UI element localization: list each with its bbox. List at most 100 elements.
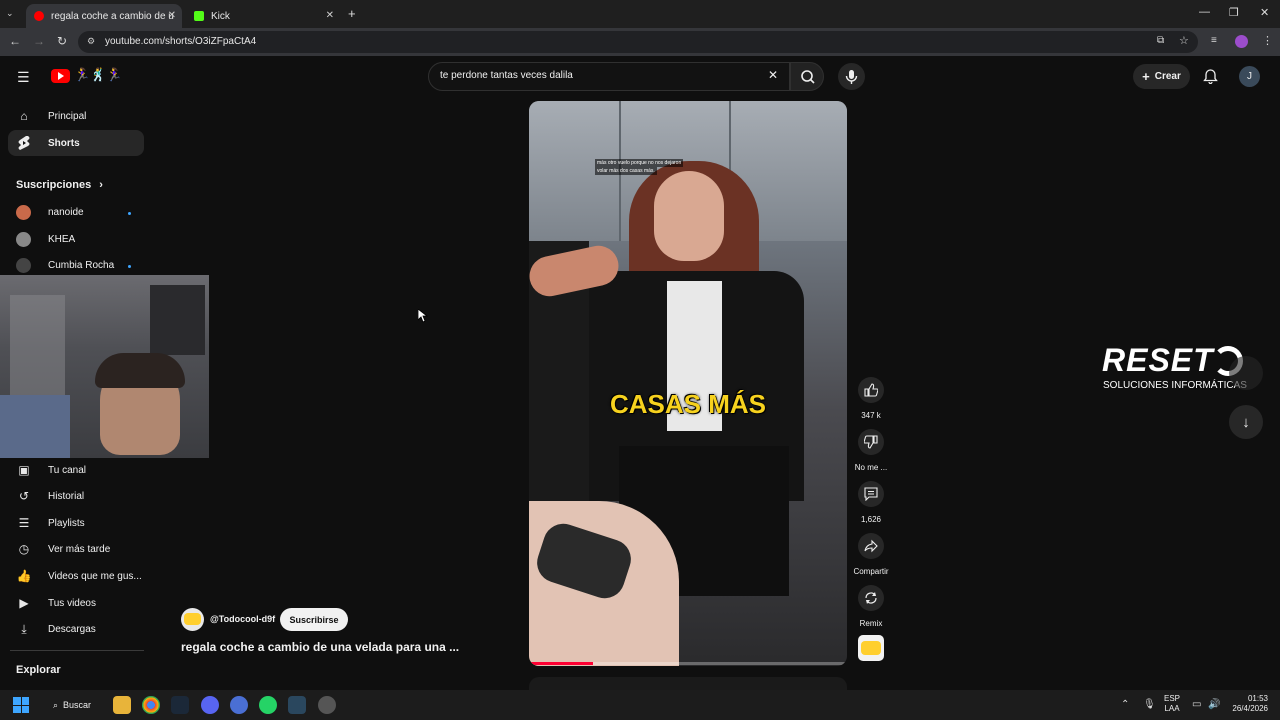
search-button[interactable] (790, 62, 824, 91)
subscriptions-heading[interactable]: Suscripciones › (16, 179, 103, 191)
sidebar-item-descargas[interactable]: ⤓ Descargas (16, 621, 96, 637)
tab-kick[interactable]: Kick ✕ (186, 4, 340, 28)
caption-small-line-1: más otro vuelo porque no nos dejaron (595, 159, 684, 167)
display-icon[interactable]: ▭ (1192, 699, 1201, 710)
sidebar-item-label: Ver más tarde (48, 543, 111, 555)
next-short-button[interactable]: ↓ (1229, 405, 1263, 439)
subscribe-button[interactable]: Suscribirse (280, 608, 348, 631)
create-button[interactable]: + Crear (1133, 64, 1190, 89)
restore-icon[interactable]: ❐ (1229, 6, 1239, 19)
previous-short-button[interactable] (1229, 356, 1263, 390)
sidebar-item-label: Descargas (48, 623, 96, 635)
sidebar-item-khea[interactable]: KHEA (16, 232, 75, 247)
file-explorer-icon[interactable] (113, 696, 131, 714)
close-tab-icon[interactable]: ✕ (168, 10, 176, 21)
forward-icon[interactable]: → (33, 34, 45, 48)
next-short-preview[interactable] (529, 677, 847, 691)
play-triangle-icon (58, 72, 64, 80)
reading-list-icon[interactable]: ≡ (1211, 35, 1217, 46)
like-button[interactable] (858, 377, 884, 403)
sidebar-item-label: Tu canal (48, 464, 86, 476)
sidebar-item-label: Principal (48, 110, 87, 122)
clock[interactable]: 01:53 26/4/2026 (1230, 694, 1268, 714)
language-indicator[interactable]: ESP LAA (1164, 694, 1180, 714)
sidebar-item-cumbia-rocha[interactable]: Cumbia Rocha (16, 258, 114, 273)
like-count: 347 k (861, 411, 881, 420)
bookmark-star-icon[interactable]: ☆ (1179, 34, 1189, 47)
back-icon[interactable]: ← (9, 34, 21, 48)
progress-fill (529, 662, 593, 665)
caption-big: CASAS MÁS (609, 389, 766, 419)
thumb-down-icon (864, 435, 878, 449)
short-title[interactable]: regala coche a cambio de una velada para… (181, 640, 459, 654)
reset-subtitle: SOLUCIONES INFORMÁTICAS (1103, 380, 1247, 391)
mic-tray-icon[interactable]: 🎙 (1143, 699, 1156, 710)
sidebar-item-principal[interactable]: ⌂ Principal (16, 108, 86, 124)
sidebar-item-tu-canal[interactable]: ▣ Tu canal (16, 462, 86, 478)
sidebar-item-playlists[interactable]: ☰ Playlists (16, 515, 85, 531)
close-window-icon[interactable]: ✕ (1260, 6, 1269, 19)
minimize-icon[interactable]: — (1199, 6, 1210, 18)
voice-search-button[interactable] (838, 63, 865, 90)
share-label: Compartir (853, 567, 889, 576)
sidebar-item-liked-videos[interactable]: 👍 Videos que me gus... (16, 568, 142, 584)
notifications-icon[interactable] (1203, 68, 1218, 89)
channel-avatar[interactable] (181, 608, 204, 631)
browser-menu-icon[interactable]: ⋮ (1262, 34, 1273, 47)
sidebar-item-label: nanoide (48, 207, 84, 218)
share-button[interactable] (858, 533, 884, 559)
sidebar-item-ver-mas-tarde[interactable]: ◷ Ver más tarde (16, 541, 111, 557)
subscriptions-title: Suscripciones (16, 179, 92, 191)
sound-thumbnail[interactable] (858, 635, 884, 661)
reload-icon[interactable]: ↻ (57, 34, 67, 48)
channel-avatar (16, 258, 31, 273)
sidebar-item-label: Tus videos (48, 597, 96, 609)
tab-search-icon[interactable]: ⌄ (6, 8, 14, 19)
close-tab-icon[interactable]: ✕ (326, 10, 334, 21)
chrome-icon[interactable] (142, 696, 160, 714)
doodle-logo[interactable]: 🏃‍♀️🕺🏃‍♀️ (74, 67, 123, 83)
search-input[interactable]: te perdone tantas veces dalila (440, 70, 573, 81)
windows-start-icon[interactable] (13, 697, 29, 713)
url-text: youtube.com/shorts/O3iZFpaCtA4 (105, 36, 257, 47)
steam-icon[interactable] (171, 696, 189, 714)
new-tab-button[interactable]: + (348, 6, 356, 21)
taskbar-search[interactable]: ⌕ Buscar (46, 696, 100, 714)
playlists-icon: ☰ (18, 516, 30, 530)
sidebar-item-nanoide[interactable]: nanoide (16, 205, 84, 220)
sidebar-item-tus-videos[interactable]: ▶ Tus videos (16, 595, 96, 611)
youtube-logo-icon[interactable] (51, 69, 70, 83)
mouse-cursor-icon (417, 308, 429, 328)
whatsapp-icon[interactable] (259, 696, 277, 714)
sidebar-item-shorts[interactable]: Shorts (16, 135, 80, 151)
sidebar-item-historial[interactable]: ↺ Historial (16, 488, 84, 504)
site-info-icon[interactable]: ⚙ (87, 36, 95, 47)
remix-button[interactable] (858, 585, 884, 611)
hamburger-menu-icon[interactable]: ☰ (17, 69, 30, 86)
clear-search-icon[interactable]: ✕ (768, 68, 778, 82)
profile-avatar-icon[interactable] (1235, 35, 1248, 48)
taskbar-search-label: Buscar (63, 700, 92, 710)
discord-icon[interactable] (201, 696, 219, 714)
sidebar-item-label: Shorts (48, 137, 80, 149)
steam-alt-icon[interactable] (288, 696, 306, 714)
comments-button[interactable] (858, 481, 884, 507)
install-app-icon[interactable]: ⧉ (1157, 35, 1164, 46)
streamer-shirt (0, 395, 70, 458)
short-video-player[interactable]: más otro vuelo porque no nos dejaron vol… (529, 101, 847, 666)
progress-track[interactable] (529, 662, 847, 665)
obs-icon[interactable] (318, 696, 336, 714)
download-icon: ⤓ (21, 621, 27, 636)
search-icon: ⌕ (53, 699, 59, 710)
account-avatar[interactable]: J (1239, 66, 1260, 87)
thumb-up-icon: 👍 (16, 569, 32, 583)
app-icon[interactable] (230, 696, 248, 714)
dislike-button[interactable] (858, 429, 884, 455)
tab-youtube[interactable]: regala coche a cambio de u ✕ (26, 4, 182, 28)
volume-icon[interactable]: 🔊 (1208, 699, 1220, 710)
date: 26/4/2026 (1232, 704, 1268, 713)
tray-chevron-up-icon[interactable]: ⌃ (1121, 699, 1129, 710)
channel-name[interactable]: @Todocool-d9f (210, 614, 275, 624)
mic-icon (845, 70, 858, 84)
remix-label: Remix (859, 619, 883, 628)
